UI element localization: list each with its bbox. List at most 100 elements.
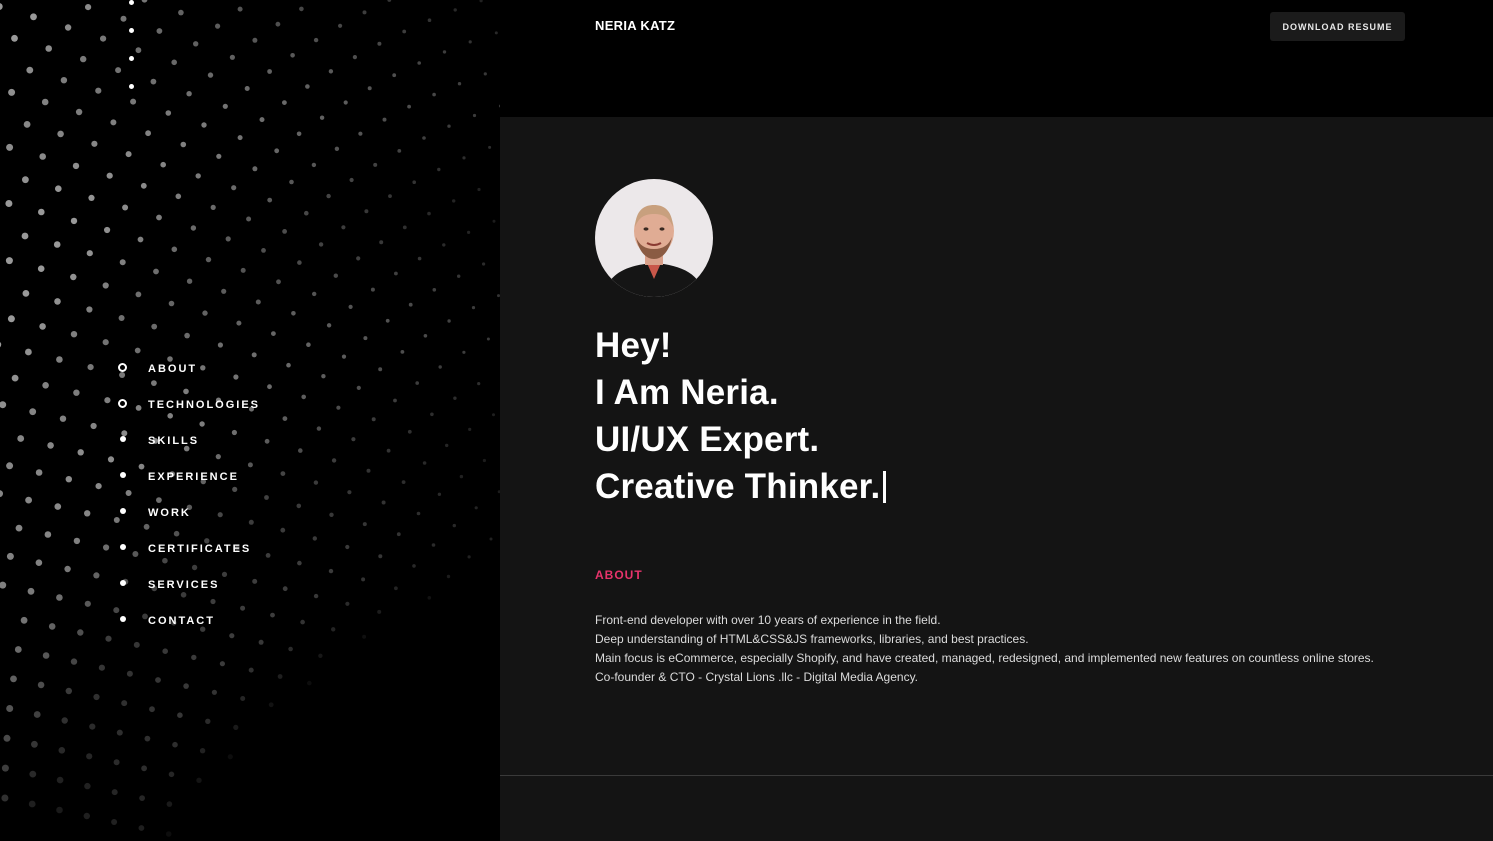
download-resume-button[interactable]: DOWNLOAD RESUME [1270, 12, 1405, 41]
decorative-dot [329, 512, 334, 517]
decorative-dot [166, 801, 173, 807]
hero-line-1: Hey! [595, 326, 672, 365]
decorative-dot [138, 825, 145, 831]
decorative-dot [177, 712, 183, 718]
decorative-dot [264, 438, 270, 444]
brand-name[interactable]: NERIA KATZ [595, 18, 675, 33]
decorative-dot [89, 723, 96, 730]
nav-bullet-icon [120, 580, 126, 586]
decorative-dot [240, 267, 246, 273]
decorative-dot [171, 246, 178, 253]
decorative-dot [387, 0, 392, 2]
decorative-dot [183, 683, 189, 689]
decorative-dot [134, 347, 141, 354]
decorative-dot [447, 319, 451, 323]
decorative-dot [37, 681, 45, 689]
decorative-dot [347, 490, 352, 495]
decorative-dot [482, 262, 486, 266]
decorative-dot [26, 66, 34, 74]
dotted-background: ABOUT TECHNOLOGIES SKILLS EXPERIENCE WOR… [0, 0, 500, 841]
decorative-dot [0, 490, 3, 498]
decorative-dot [207, 72, 214, 78]
decorative-dot [139, 795, 146, 801]
decorative-dot [55, 185, 62, 192]
decorative-dot [98, 664, 105, 671]
decorative-dot [275, 21, 281, 27]
hero-line-3: UI/UX Expert. [595, 420, 820, 459]
nav-item-work[interactable]: WORK [118, 504, 260, 540]
decorative-dot [417, 256, 422, 261]
decorative-dot [53, 241, 61, 248]
decorative-dot [270, 612, 275, 618]
decorative-dot [5, 200, 13, 207]
decorative-dot [156, 28, 163, 34]
nav-item-skills[interactable]: SKILLS [118, 432, 260, 468]
nav-item-technologies[interactable]: TECHNOLOGIES [118, 396, 260, 432]
decorative-dot [479, 0, 483, 3]
decorative-dot [328, 69, 334, 74]
decorative-dot [290, 53, 295, 58]
decorative-dot [236, 320, 242, 326]
decorative-dot [261, 248, 266, 253]
nav-item-contact[interactable]: CONTACT [118, 612, 260, 648]
nav-item-services[interactable]: SERVICES [118, 576, 260, 612]
decorative-dot [47, 442, 54, 449]
decorative-dot [135, 291, 142, 298]
decorative-dot [363, 336, 368, 341]
decorative-dot [56, 806, 63, 814]
decorative-dot [492, 219, 496, 223]
decorative-dot [282, 586, 288, 592]
decorative-dot [304, 210, 309, 216]
decorative-dot [408, 302, 413, 307]
decorative-dot [0, 3, 3, 10]
decorative-dot [483, 72, 487, 76]
decorative-dot [120, 15, 127, 22]
decorative-dot [467, 555, 471, 559]
decorative-dot [130, 98, 137, 105]
about-description: Front-end developer with over 10 years o… [595, 611, 1374, 687]
decorative-dot [233, 724, 239, 731]
decorative-dot [107, 456, 115, 463]
decorative-dot [392, 73, 397, 78]
decorative-dot [299, 6, 304, 12]
nav-bullet-icon [120, 436, 126, 442]
decorative-dot [86, 753, 93, 760]
decorative-dot [75, 108, 83, 116]
decorative-dot [60, 77, 68, 84]
decorative-dot [401, 480, 406, 484]
decorative-dot [394, 271, 398, 276]
decorative-dot [11, 34, 18, 42]
nav-item-certificates[interactable]: CERTIFICATES [118, 540, 260, 576]
about-line: Front-end developer with over 10 years o… [595, 613, 941, 627]
decorative-dot [341, 354, 347, 359]
decorative-dot [343, 100, 348, 105]
nav-item-about[interactable]: ABOUT [118, 360, 260, 396]
decorative-dot [30, 13, 37, 21]
decorative-dot [291, 311, 296, 316]
decorative-dot [111, 789, 118, 796]
decorative-dot [42, 652, 50, 659]
indicator-dot [129, 56, 134, 61]
decorative-dot [378, 367, 383, 372]
decorative-dot [427, 18, 432, 23]
hero-headline: Hey! I Am Neria. UI/UX Expert. Creative … [595, 322, 887, 510]
decorative-dot [468, 40, 472, 44]
decorative-dot [397, 149, 402, 153]
decorative-dot [438, 365, 442, 369]
decorative-dot [282, 100, 287, 105]
decorative-dot [402, 29, 407, 34]
decorative-dot [276, 279, 281, 285]
decorative-dot [288, 646, 293, 652]
decorative-dot [312, 291, 317, 297]
decorative-dot [477, 187, 481, 192]
decorative-dot [168, 771, 175, 778]
decorative-dot [313, 37, 319, 43]
decorative-dot [58, 747, 66, 754]
decorative-dot [61, 717, 68, 724]
nav-bullet-icon [120, 544, 126, 550]
nav-item-experience[interactable]: EXPERIENCE [118, 468, 260, 504]
decorative-dot [452, 523, 456, 528]
nav-bullet-icon [118, 399, 127, 408]
decorative-dot [237, 6, 243, 12]
decorative-dot [151, 323, 158, 330]
